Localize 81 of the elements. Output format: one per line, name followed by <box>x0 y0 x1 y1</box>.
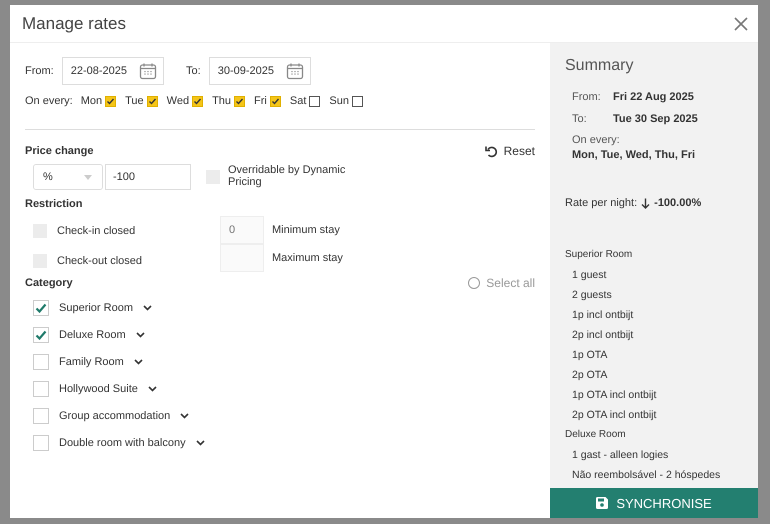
weekday-name: Sun <box>329 95 349 107</box>
weekday-name: Thu <box>212 95 232 107</box>
summary-value: Tue 30 Sep 2025 <box>613 113 698 125</box>
weekday-checkbox[interactable] <box>309 96 320 106</box>
date-field[interactable]: 30-09-2025 <box>208 57 311 85</box>
date-label: From: <box>25 65 54 77</box>
category-checkbox[interactable] <box>33 408 49 424</box>
section-title: Category <box>25 277 73 289</box>
chevron-down-icon[interactable] <box>142 304 152 310</box>
chevron-down-icon[interactable] <box>136 332 145 338</box>
category-checkbox[interactable] <box>33 434 49 450</box>
category-checkbox[interactable] <box>33 300 49 316</box>
summary-value: Mon, Tue, Wed, Thu, Fri <box>572 149 696 161</box>
arrow-down-icon <box>641 198 650 208</box>
stay-field[interactable]: 0 <box>220 216 264 244</box>
summary-label: To: <box>572 113 588 125</box>
category-checkbox[interactable] <box>33 354 49 370</box>
select-all-label: Select all <box>486 276 535 290</box>
weekday-name: Wed <box>166 95 190 107</box>
category-label: Group accommodation <box>59 410 170 422</box>
overridable-label: Overridable by Dynamic Pricing <box>228 165 346 189</box>
summary-label: On every: <box>572 134 621 146</box>
summary-rate-name: 1p OTA incl ontbijt <box>571 389 658 403</box>
chevron-down-icon[interactable] <box>148 386 157 392</box>
dropdown-caret-icon <box>84 174 92 180</box>
weekday-checkbox[interactable] <box>270 96 281 106</box>
category-label: Double room with balcony <box>59 436 186 448</box>
category-label: Superior Room <box>59 302 133 314</box>
summary-rate-name: Não reembolsável - 2 hóspedes <box>571 469 722 483</box>
close-icon[interactable] <box>734 16 748 30</box>
weekday-checkbox[interactable] <box>352 96 363 106</box>
restriction-label: Check-out closed <box>57 255 142 267</box>
summary-rate-name: 1p OTA <box>571 349 608 363</box>
summary-rate-name: 1 guest <box>571 269 608 283</box>
chevron-down-icon[interactable] <box>134 358 143 364</box>
summary-room-name: Deluxe Room <box>565 429 627 442</box>
calendar-icon <box>139 62 158 80</box>
summary-rate-name: 2p OTA <box>571 369 608 383</box>
summary-rate-name: 1 gast - alleen logies <box>571 449 670 463</box>
weekday-checkbox[interactable] <box>146 96 158 106</box>
weekday-checkbox[interactable] <box>105 96 116 106</box>
category-label: Family Room <box>59 356 124 368</box>
weekday-name: Mon <box>80 95 102 107</box>
summary-rate-name: 2p OTA incl ontbijt <box>571 409 658 423</box>
weekday-name: Tue <box>125 95 144 107</box>
category-checkbox[interactable] <box>33 380 49 396</box>
select-all-radio[interactable] <box>468 277 480 289</box>
rate-label: Rate per night: <box>565 197 638 209</box>
category-checkbox[interactable] <box>33 326 49 342</box>
stay-label: Maximum stay <box>272 252 343 264</box>
summary-rate-name: 2p incl ontbijt <box>571 329 634 343</box>
weekday-checkbox[interactable] <box>192 96 204 106</box>
summary-room-name: Superior Room <box>565 249 634 262</box>
summary-rate-name: 2 guests <box>571 289 613 303</box>
dialog-title: Manage rates <box>22 14 126 34</box>
reset-button[interactable]: Reset <box>484 144 535 158</box>
weekday-checkbox[interactable] <box>234 96 246 106</box>
weekday-name: Sat <box>290 95 306 107</box>
category-label: Deluxe Room <box>59 328 126 340</box>
amount-field[interactable]: -100 <box>105 164 191 190</box>
category-label: Hollywood Suite <box>59 382 138 394</box>
summary-rate-name: 1p incl ontbijt <box>571 309 634 323</box>
date-label: To: <box>186 65 201 77</box>
undo-icon <box>484 144 498 158</box>
stay-label: Minimum stay <box>272 224 340 236</box>
summary-value: Fri 22 Aug 2025 <box>613 91 694 103</box>
unit-select[interactable]: % <box>33 164 103 190</box>
chevron-down-icon[interactable] <box>196 440 205 446</box>
date-field[interactable]: 22-08-2025 <box>62 57 164 85</box>
summary-label: From: <box>572 91 602 103</box>
summary-title: Summary <box>565 57 634 75</box>
section-title: Price change <box>25 145 94 157</box>
section-title: Restriction <box>25 198 84 210</box>
calendar-icon <box>286 62 304 80</box>
synchronise-button[interactable]: SYNCHRONISE <box>550 488 758 518</box>
restriction-label: Check-in closed <box>57 225 136 237</box>
rate-value: -100.00% <box>654 197 702 209</box>
weekday-name: Fri <box>254 95 267 107</box>
weekday-label: On every: <box>25 95 73 107</box>
save-icon <box>596 497 608 509</box>
chevron-down-icon[interactable] <box>180 412 190 418</box>
